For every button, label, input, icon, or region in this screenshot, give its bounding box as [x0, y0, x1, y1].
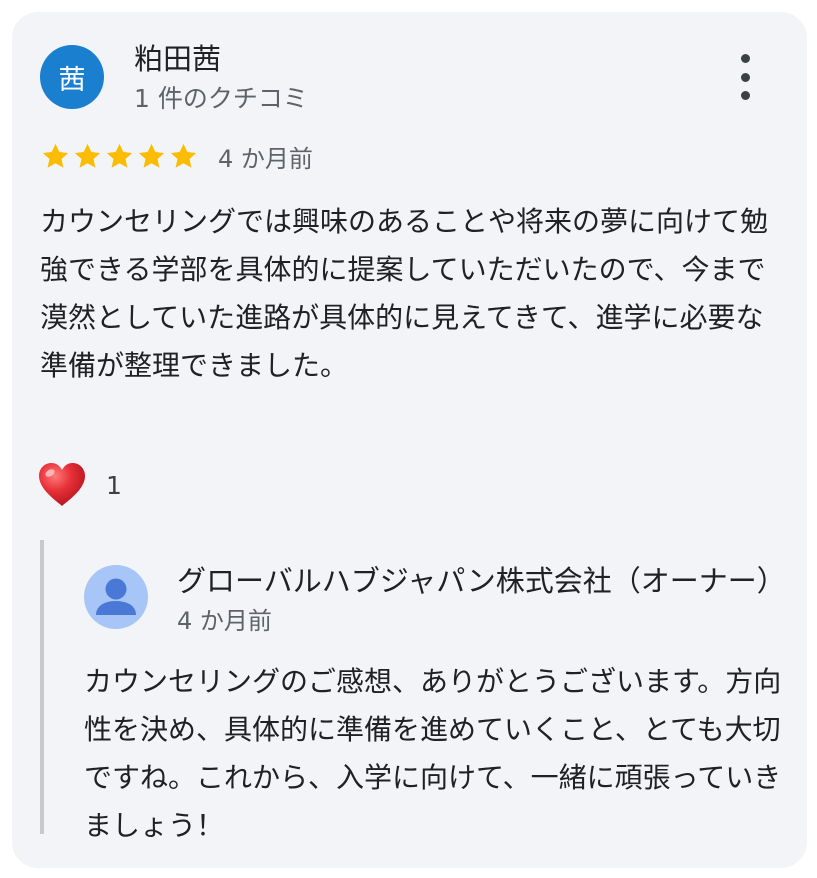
owner-name: グローバルハブジャパン株式会社（オーナー） — [177, 564, 786, 598]
owner-avatar — [84, 565, 148, 629]
star-icon — [138, 143, 165, 168]
reaction-row: 1 — [36, 459, 122, 511]
star-rating — [40, 141, 199, 172]
reply-text: カウンセリングのご感想、ありがとうございます。方向性を決め、具体的に準備を進めて… — [84, 665, 782, 842]
more-vert-icon-dot — [740, 91, 750, 100]
review-card: 茜 粕田茜 1 件のクチコミ 4 か月前 カウンセリングでは興味のあることや将来… — [12, 12, 807, 868]
star-icon — [170, 143, 197, 168]
rating-row: 4 か月前 — [40, 136, 313, 176]
person-icon — [96, 578, 136, 615]
star-icon — [106, 143, 133, 168]
reviewer-review-count[interactable]: 1 件のクチコミ — [134, 84, 308, 114]
star-icon — [74, 143, 101, 168]
reviewer-name[interactable]: 粕田茜 — [134, 42, 221, 76]
reply-time: 4 か月前 — [177, 607, 272, 635]
reviewer-avatar[interactable]: 茜 — [40, 45, 104, 109]
star-icon — [42, 143, 69, 168]
reviewer-avatar-initial: 茜 — [58, 64, 86, 96]
review-text: カウンセリングでは興味のあることや将来の夢に向けて勉強できる学部を具体的に提案し… — [40, 205, 769, 382]
heart-icon[interactable] — [36, 461, 88, 509]
more-vert-icon-dot — [740, 72, 750, 82]
more-vert-icon — [740, 54, 750, 63]
review-time: 4 か月前 — [218, 144, 313, 173]
more-options-button[interactable] — [730, 54, 760, 100]
reaction-count: 1 — [106, 470, 122, 500]
owner-reply: グローバルハブジャパン株式会社（オーナー） 4 か月前 カウンセリングのご感想、… — [40, 540, 807, 842]
